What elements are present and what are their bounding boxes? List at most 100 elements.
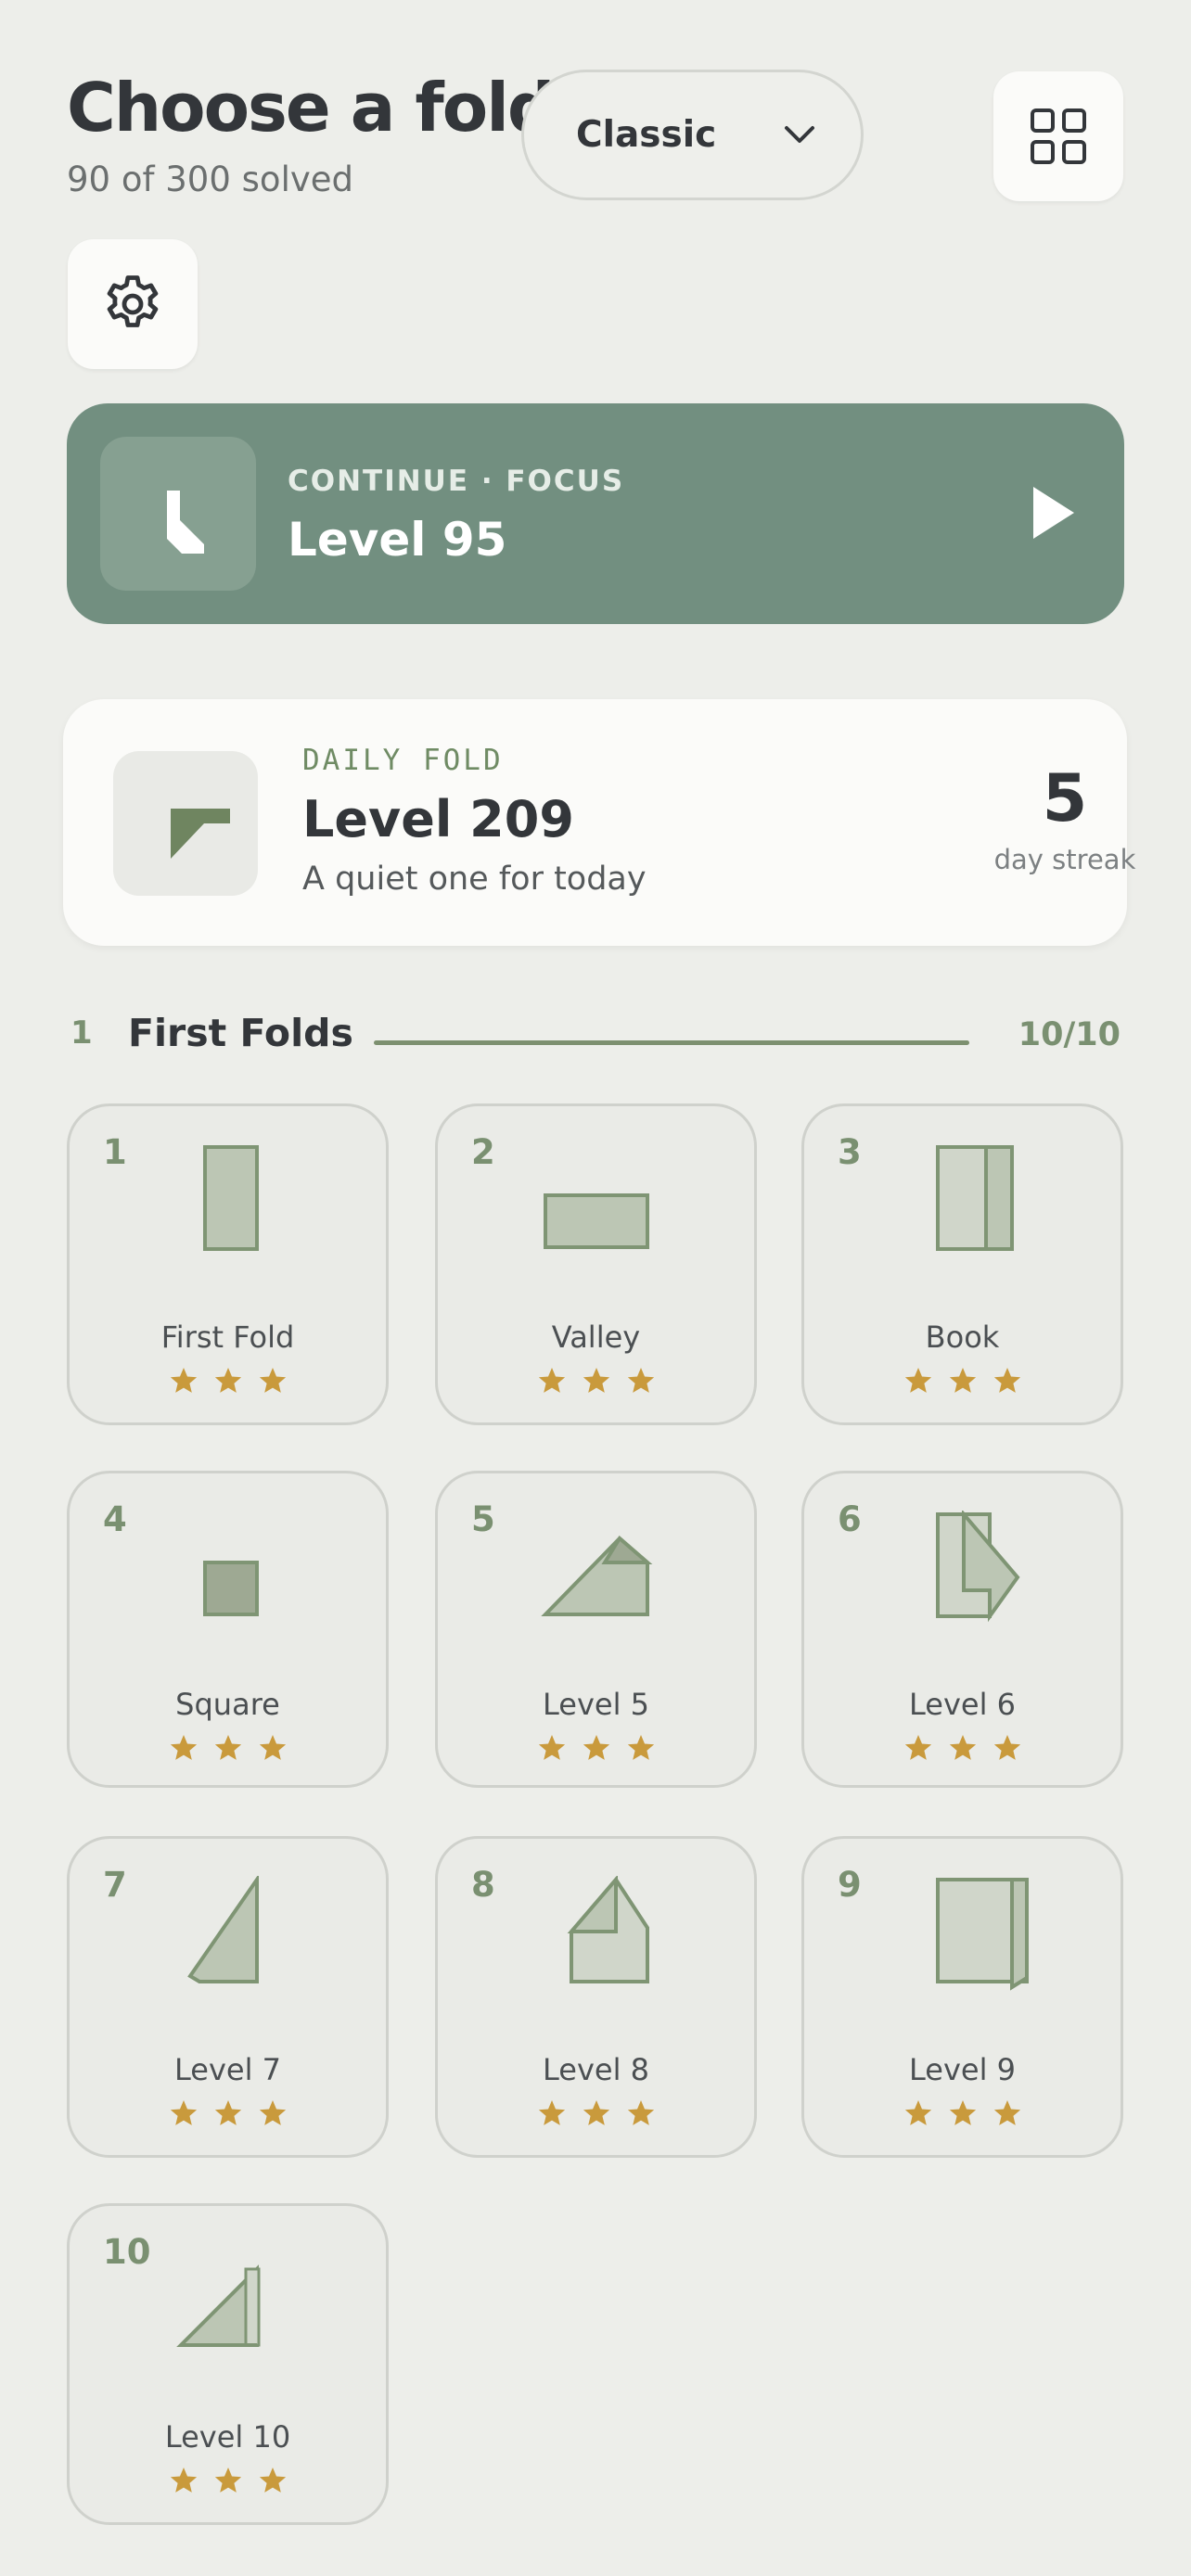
fold-shape-icon	[936, 1511, 1020, 1623]
level-number: 6	[838, 1499, 862, 1539]
daily-level-title: Level 209	[302, 790, 574, 848]
level-name: Level 5	[543, 1687, 649, 1722]
level-name: Level 9	[909, 2052, 1016, 2087]
level-tile[interactable]: 4 Square	[67, 1471, 389, 1788]
star-icon	[170, 1735, 197, 1760]
level-tile[interactable]: 5 Level 5	[435, 1471, 757, 1788]
level-number: 4	[103, 1499, 127, 1539]
section-count: 10/10	[1018, 1016, 1121, 1053]
star-icon	[214, 2468, 241, 2493]
star-icon	[904, 1368, 931, 1393]
star-icon	[583, 1735, 609, 1760]
star-icon	[949, 1735, 976, 1760]
star-icon	[627, 1735, 654, 1760]
continue-level-thumbnail	[100, 437, 256, 591]
star-icon	[949, 1368, 976, 1393]
level-number: 9	[838, 1865, 862, 1905]
level-name: Square	[175, 1687, 280, 1722]
star-icon	[583, 1368, 609, 1393]
level-name: Level 6	[909, 1687, 1016, 1722]
star-icon	[904, 1735, 931, 1760]
star-icon	[993, 1735, 1020, 1760]
level-stars	[70, 2466, 386, 2495]
star-icon	[627, 1368, 654, 1393]
star-icon	[583, 2100, 609, 2125]
level-stars	[70, 1733, 386, 1763]
fold-shape-icon	[187, 1876, 259, 1983]
level-stars	[438, 1366, 754, 1396]
play-icon	[1033, 487, 1074, 539]
section-progress-bar	[374, 1040, 969, 1045]
star-icon	[993, 1368, 1020, 1393]
star-icon	[214, 2100, 241, 2125]
star-icon	[904, 2100, 931, 2125]
fold-shape-icon	[203, 1561, 259, 1616]
level-tile[interactable]: 1 First Fold	[67, 1103, 389, 1425]
fold-shape-icon	[544, 1193, 649, 1249]
daily-subtitle: A quiet one for today	[302, 861, 647, 898]
star-icon	[259, 2468, 286, 2493]
daily-fold-card[interactable]: DAILY FOLD Level 209 A quiet one for tod…	[63, 699, 1135, 946]
fold-shape-icon	[936, 1145, 1014, 1251]
level-number: 1	[103, 1132, 127, 1172]
continue-kicker: CONTINUE · FOCUS	[288, 465, 625, 498]
fold-shape-icon	[567, 1876, 649, 1983]
fold-shape-icon	[541, 1535, 653, 1616]
level-name: Valley	[551, 1320, 641, 1355]
star-icon	[259, 1368, 286, 1393]
level-tile[interactable]: 7 Level 7	[67, 1836, 389, 2158]
level-tile[interactable]: 10 Level 10	[67, 2203, 389, 2525]
level-stars	[70, 2098, 386, 2128]
level-stars	[804, 2098, 1121, 2128]
star-icon	[170, 2100, 197, 2125]
level-tile[interactable]: 8 Level 8	[435, 1836, 757, 2158]
level-tile[interactable]: 3 Book	[801, 1103, 1123, 1425]
fold-shape-icon	[203, 1145, 259, 1251]
level-name: First Fold	[160, 1320, 295, 1355]
level-stars	[438, 1733, 754, 1763]
fold-shape-icon	[936, 1878, 1029, 1991]
level-stars	[70, 1366, 386, 1396]
solved-progress: 90 of 300 solved	[67, 159, 353, 199]
level-name: Book	[925, 1320, 1000, 1355]
star-icon	[538, 2100, 565, 2125]
level-name: Level 7	[174, 2052, 281, 2087]
star-icon	[259, 1735, 286, 1760]
level-stars	[804, 1733, 1121, 1763]
streak-label: day streak	[993, 844, 1136, 875]
level-number: 8	[471, 1865, 495, 1905]
star-icon	[214, 1368, 241, 1393]
star-icon	[538, 1735, 565, 1760]
star-icon	[993, 2100, 1020, 2125]
star-icon	[170, 1368, 197, 1393]
level-number: 3	[838, 1132, 862, 1172]
daily-kicker: DAILY FOLD	[302, 744, 504, 777]
star-icon	[627, 2100, 654, 2125]
level-name: Level 8	[543, 2052, 649, 2087]
fold-shape-icon	[167, 491, 204, 554]
grid-icon	[1031, 108, 1086, 164]
settings-button[interactable]	[68, 239, 198, 369]
mode-select-value: Classic	[576, 114, 717, 156]
star-icon	[170, 2468, 197, 2493]
star-icon	[538, 1368, 565, 1393]
level-stars	[438, 2098, 754, 2128]
star-icon	[259, 2100, 286, 2125]
level-tile[interactable]: 2 Valley	[435, 1103, 757, 1425]
streak-count: 5	[1042, 760, 1088, 836]
grid-view-button[interactable]	[993, 71, 1123, 201]
level-name: Level 10	[164, 2419, 291, 2455]
level-number: 7	[103, 1865, 127, 1905]
section-title: First Folds	[128, 1011, 353, 1055]
page-title: Choose a fold	[67, 69, 555, 147]
mode-select[interactable]: Classic	[521, 70, 864, 200]
continue-card[interactable]: CONTINUE · FOCUS Level 95	[67, 403, 1124, 624]
star-icon	[214, 1735, 241, 1760]
level-number: 2	[471, 1132, 495, 1172]
continue-level-title: Level 95	[288, 513, 507, 567]
star-icon	[949, 2100, 976, 2125]
chevron-down-icon	[785, 126, 814, 143]
level-tile[interactable]: 6 Level 6	[801, 1471, 1123, 1788]
level-tile[interactable]: 9 Level 9	[801, 1836, 1123, 2158]
section-number: 1	[70, 1014, 93, 1052]
